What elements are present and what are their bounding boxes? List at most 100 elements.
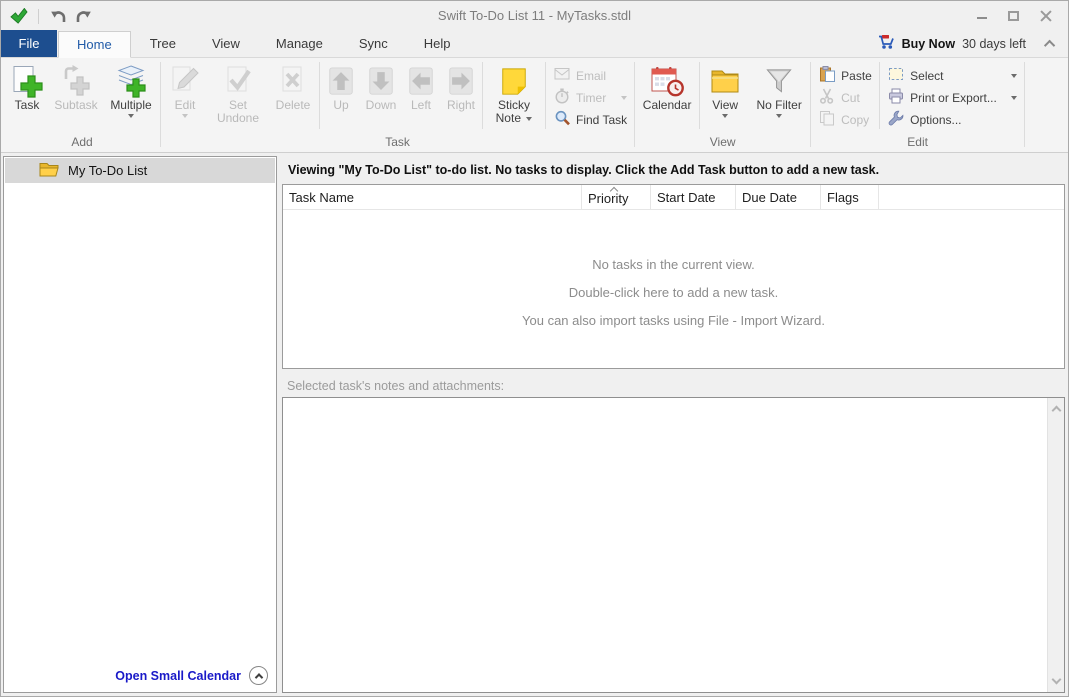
paste-icon <box>819 66 836 85</box>
move-right-label: Right <box>446 98 475 112</box>
delete-x-icon <box>277 63 309 99</box>
add-task-label: Task <box>14 98 40 112</box>
add-task-icon <box>11 63 43 99</box>
email-task-button[interactable]: Email <box>554 67 627 84</box>
tree-item-my-todo-list[interactable]: My To-Do List <box>5 158 275 183</box>
set-undone-check-icon <box>222 63 254 99</box>
tab-home[interactable]: Home <box>58 31 131 58</box>
add-multiple-button[interactable]: Multiple <box>103 59 159 134</box>
priority-header-label: Priority <box>588 191 629 206</box>
ribbon-tab-bar: File Home Tree View Manage Sync Help Buy… <box>1 30 1068 58</box>
maximize-button[interactable] <box>1006 9 1021 24</box>
collapse-ribbon-icon[interactable] <box>1043 39 1056 51</box>
notes-section-label: Selected task's notes and attachments: <box>287 379 505 393</box>
print-or-export-button[interactable]: Print or Export... <box>888 88 1018 107</box>
group-label-task: Task <box>385 135 410 149</box>
view-status-text: Viewing "My To-Do List" to-do list. No t… <box>288 163 880 177</box>
edit-small-buttons: Select Print or Export... Options... <box>881 59 1023 134</box>
tab-manage[interactable]: Manage <box>258 30 341 57</box>
toolbar-separator <box>38 8 39 24</box>
email-icon <box>554 67 570 84</box>
group-label-edit: Edit <box>907 135 928 149</box>
delete-task-button[interactable]: Delete <box>268 59 318 134</box>
dropdown-arrow-icon <box>128 114 134 118</box>
move-down-button[interactable]: Down <box>361 59 401 134</box>
column-header-priority[interactable]: Priority <box>582 185 651 209</box>
edit-task-label: Edit <box>174 98 196 112</box>
set-undone-label: Set Undone <box>216 98 260 125</box>
move-left-button[interactable]: Left <box>401 59 441 134</box>
app-logo-icon <box>10 7 28 25</box>
column-header-start-date[interactable]: Start Date <box>651 185 736 209</box>
todo-list-tree-panel: My To-Do List Open Small Calendar <box>3 156 277 693</box>
notes-scrollbar[interactable] <box>1047 398 1064 692</box>
copy-button[interactable]: Copy <box>819 111 872 128</box>
cart-icon <box>878 34 895 53</box>
task-list-empty-area[interactable]: No tasks in the current view. Double-cli… <box>283 210 1064 368</box>
add-subtask-button[interactable]: Subtask <box>49 59 103 134</box>
ribbon-separator <box>1024 62 1026 147</box>
collapse-panel-button[interactable] <box>249 666 268 685</box>
column-header-flags[interactable]: Flags <box>821 185 879 209</box>
minimize-button[interactable] <box>974 9 989 24</box>
redo-icon[interactable] <box>75 7 93 25</box>
calendar-icon <box>649 63 685 99</box>
column-header-due-date[interactable]: Due Date <box>736 185 821 209</box>
window-controls <box>974 9 1068 24</box>
empty-state-line: You can also import tasks using File - I… <box>522 313 825 328</box>
open-small-calendar-link[interactable]: Open Small Calendar <box>115 669 241 683</box>
add-task-button[interactable]: Task <box>5 59 49 134</box>
ribbon-separator <box>482 62 483 129</box>
sidebar-bottom-bar: Open Small Calendar <box>4 659 276 692</box>
edit-task-button[interactable]: Edit <box>162 59 208 134</box>
scroll-down-icon[interactable] <box>1051 674 1062 685</box>
view-button[interactable]: View <box>701 59 749 134</box>
sticky-note-icon <box>499 63 529 99</box>
ribbon-separator <box>160 62 161 147</box>
tab-view[interactable]: View <box>194 30 258 57</box>
paste-button[interactable]: Paste <box>819 66 872 85</box>
sticky-note-button[interactable]: Sticky Note <box>484 59 544 134</box>
no-filter-button[interactable]: No Filter <box>749 59 809 134</box>
cut-button[interactable]: Cut <box>819 88 872 106</box>
undo-icon[interactable] <box>49 7 67 25</box>
dropdown-arrow-icon <box>621 95 628 100</box>
ribbon-separator <box>319 62 320 129</box>
calendar-button[interactable]: Calendar <box>636 59 698 134</box>
select-button[interactable]: Select <box>888 67 1018 84</box>
options-button[interactable]: Options... <box>888 110 1017 128</box>
printer-icon <box>888 88 904 107</box>
buy-now-link[interactable]: Buy Now <box>902 37 955 51</box>
copy-label: Copy <box>841 112 870 127</box>
move-right-button[interactable]: Right <box>441 59 481 134</box>
move-up-button[interactable]: Up <box>321 59 361 134</box>
ribbon: Task Subtask Multiple Add Edit Set Undon… <box>1 58 1068 153</box>
tab-file[interactable]: File <box>1 30 57 57</box>
add-subtask-icon <box>60 63 92 99</box>
trial-info: Buy Now 30 days left <box>878 30 1068 57</box>
find-task-label: Find Task <box>576 112 628 127</box>
edit-pencil-icon <box>169 63 201 99</box>
group-label-view: View <box>709 135 736 149</box>
arrow-left-icon <box>406 63 436 99</box>
set-undone-button[interactable]: Set Undone <box>208 59 268 134</box>
scroll-up-icon[interactable] <box>1051 405 1062 416</box>
folder-icon <box>39 161 59 180</box>
add-multiple-icon <box>114 63 148 99</box>
tab-help[interactable]: Help <box>406 30 469 57</box>
tab-tree[interactable]: Tree <box>132 30 194 57</box>
titlebar: Swift To-Do List 11 - MyTasks.stdl <box>1 1 1068 31</box>
empty-state-line: No tasks in the current view. <box>592 257 755 272</box>
arrow-right-icon <box>446 63 476 99</box>
chevron-up-icon <box>254 672 263 682</box>
column-header-task-name[interactable]: Task Name <box>283 185 582 209</box>
timer-button[interactable]: Timer <box>554 88 628 106</box>
sticky-note-label: Sticky Note <box>495 98 530 125</box>
paste-label: Paste <box>841 68 872 83</box>
find-task-button[interactable]: Find Task <box>554 110 628 128</box>
add-multiple-label: Multiple <box>110 98 152 112</box>
notes-and-attachments-panel[interactable] <box>282 397 1065 693</box>
close-button[interactable] <box>1038 9 1053 24</box>
select-label: Select <box>910 68 944 83</box>
tab-sync[interactable]: Sync <box>341 30 406 57</box>
